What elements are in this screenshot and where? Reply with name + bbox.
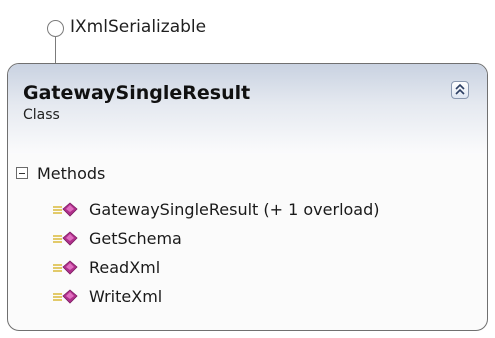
method-item[interactable]: GatewaySingleResult (+ 1 overload): [8, 197, 487, 226]
collapse-button[interactable]: [451, 81, 469, 99]
methods-compartment-header[interactable]: Methods: [16, 164, 316, 184]
method-icon: [53, 202, 78, 217]
method-icon: [53, 289, 78, 304]
method-label: GetSchema: [89, 229, 182, 248]
compartment-label: Methods: [37, 164, 106, 183]
method-item[interactable]: GetSchema: [8, 226, 487, 255]
chevron-up-icon: [455, 83, 465, 95]
method-icon: [53, 231, 78, 246]
interface-circle-icon: [47, 20, 64, 37]
method-icon: [53, 260, 78, 275]
methods-list: GatewaySingleResult (+ 1 overload) GetSc…: [8, 197, 487, 313]
method-item[interactable]: WriteXml: [8, 284, 487, 313]
collapse-minus-icon[interactable]: [16, 167, 28, 179]
class-name: GatewaySingleResult: [23, 82, 251, 104]
class-header: GatewaySingleResult Class: [8, 64, 487, 154]
method-label: GatewaySingleResult (+ 1 overload): [89, 200, 380, 219]
class-stereotype: Class: [23, 107, 60, 123]
method-label: ReadXml: [89, 258, 161, 277]
interface-connector: [55, 37, 56, 64]
class-shape[interactable]: GatewaySingleResult Class Methods Gatewa…: [7, 63, 488, 331]
interface-lollipop: IXmlSerializable: [0, 0, 495, 65]
interface-name: IXmlSerializable: [70, 17, 207, 37]
method-label: WriteXml: [89, 287, 163, 306]
method-item[interactable]: ReadXml: [8, 255, 487, 284]
